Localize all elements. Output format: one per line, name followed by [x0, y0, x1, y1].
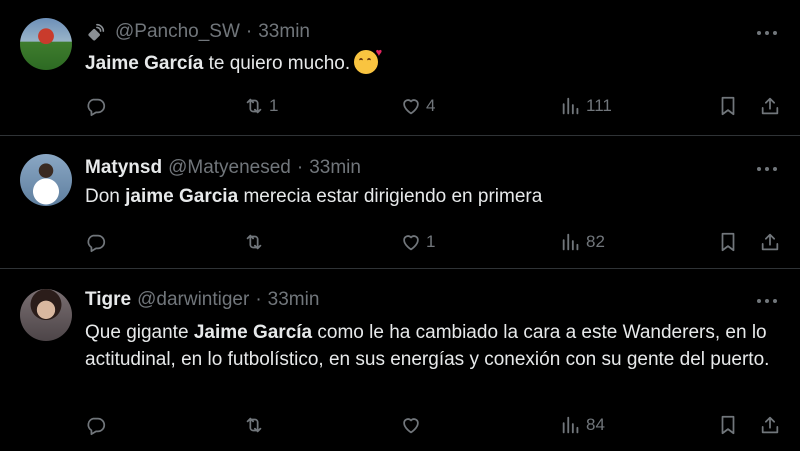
action-bar: 84: [0, 412, 800, 438]
mention-bold: Jaime García: [85, 53, 204, 74]
reply-icon: [85, 414, 107, 436]
bookmark-button[interactable]: [717, 93, 739, 119]
share-icon: [759, 414, 781, 436]
display-name[interactable]: Matynsd: [85, 155, 162, 181]
separator-dot: ·: [296, 157, 304, 178]
more-icon[interactable]: [756, 298, 778, 304]
timestamp[interactable]: 33min: [268, 287, 320, 313]
separator-dot: ·: [255, 289, 262, 310]
reply-icon: [85, 231, 107, 253]
share-icon: [759, 231, 781, 253]
tweet-text-pre: Que gigante: [85, 322, 194, 343]
display-name[interactable]: Tigre: [85, 287, 131, 313]
retweet-button[interactable]: [243, 412, 269, 438]
action-bar: 1 82: [0, 229, 800, 255]
retweet-icon: [243, 414, 265, 436]
bookmark-button[interactable]: [717, 412, 739, 438]
retweet-count: 1: [269, 96, 279, 115]
reply-button[interactable]: [85, 93, 111, 119]
like-icon: [400, 95, 422, 117]
bookmark-button[interactable]: [717, 229, 739, 255]
reply-icon: [85, 95, 107, 117]
like-icon: [400, 231, 422, 253]
retweet-icon: [243, 95, 265, 117]
tweet-text: Don jaime Garcia merecia estar dirigiend…: [85, 183, 775, 210]
mention-bold: jaime Garcia: [125, 186, 239, 207]
share-button[interactable]: [759, 93, 781, 119]
views-icon: [560, 414, 582, 436]
tweet-2[interactable]: Matynsd @Matyenesed · 33min Don jaime Ga…: [0, 136, 800, 269]
retweet-icon: [243, 231, 265, 253]
tweet-header: Tigre @darwintiger · 33min: [85, 287, 319, 313]
reply-button[interactable]: [85, 229, 111, 255]
avatar[interactable]: [20, 154, 72, 206]
views-count: 84: [586, 415, 605, 434]
share-button[interactable]: [759, 229, 781, 255]
views-button[interactable]: 111: [560, 93, 612, 119]
share-icon: [759, 95, 781, 117]
user-handle[interactable]: @darwintiger: [137, 287, 249, 313]
mention-bold: Jaime García: [193, 322, 313, 343]
tweet-text-rest: te quiero mucho.: [203, 53, 351, 74]
more-icon[interactable]: [756, 30, 778, 36]
timestamp[interactable]: 33min: [258, 19, 310, 45]
like-count: 1: [426, 232, 436, 251]
action-bar: 1 4 111: [0, 93, 800, 119]
views-icon: [560, 231, 582, 253]
tweet-3[interactable]: Tigre @darwintiger · 33min Que gigante J…: [0, 269, 800, 451]
timestamp[interactable]: 33min: [309, 155, 361, 181]
tweet-text: Que gigante Jaime García como le ha camb…: [85, 319, 775, 373]
tweet-header: Matynsd @Matyenesed · 33min: [85, 155, 361, 181]
tweet-text-rest: merecia estar dirigiendo en primera: [238, 186, 543, 207]
separator-dot: ·: [245, 21, 253, 42]
avatar[interactable]: [20, 18, 72, 70]
smiling-face-with-hearts-icon: ♥: [354, 48, 382, 74]
like-icon: [400, 414, 422, 436]
views-button[interactable]: 82: [560, 229, 605, 255]
tweet-header: @Pancho_SW · 33min: [85, 19, 310, 45]
like-button[interactable]: [400, 412, 426, 438]
like-count: 4: [426, 96, 436, 115]
views-count: 82: [586, 232, 605, 251]
more-icon[interactable]: [756, 166, 778, 172]
bookmark-icon: [717, 414, 739, 436]
like-button[interactable]: 1: [400, 229, 435, 255]
user-handle[interactable]: @Matyenesed: [168, 155, 291, 181]
user-handle[interactable]: @Pancho_SW: [115, 19, 240, 45]
views-icon: [560, 95, 582, 117]
like-button[interactable]: 4: [400, 93, 435, 119]
tweet-1[interactable]: @Pancho_SW · 33min Jaime García te quier…: [0, 0, 800, 136]
tweet-text: Jaime García te quiero mucho. ♥: [85, 48, 775, 77]
tweet-text-pre: Don: [85, 186, 126, 207]
views-count: 111: [586, 96, 612, 115]
retweet-button[interactable]: 1: [243, 93, 278, 119]
share-button[interactable]: [759, 412, 781, 438]
bookmark-icon: [717, 95, 739, 117]
bookmark-icon: [717, 231, 739, 253]
views-button[interactable]: 84: [560, 412, 605, 438]
retweet-button[interactable]: [243, 229, 269, 255]
avatar[interactable]: [20, 289, 72, 341]
reply-button[interactable]: [85, 412, 111, 438]
satellite-icon: [88, 23, 105, 41]
